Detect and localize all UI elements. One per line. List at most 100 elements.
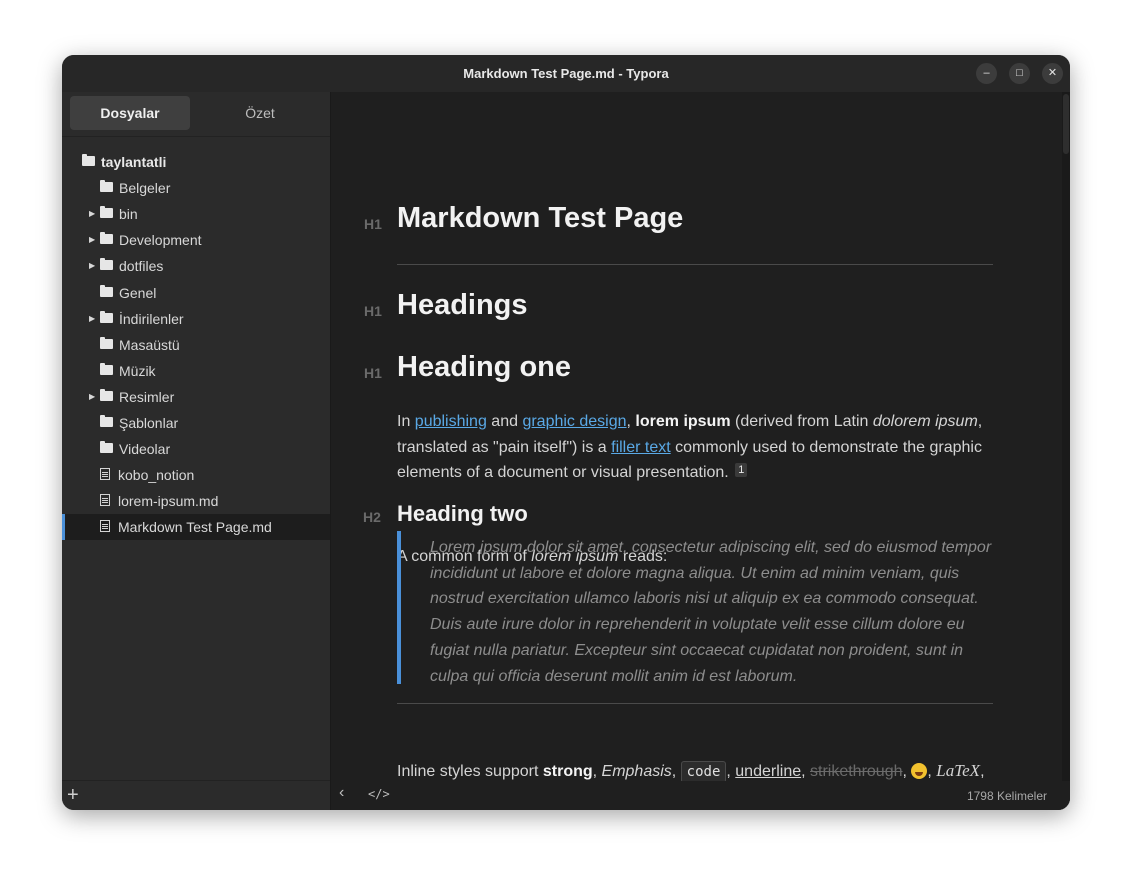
file-item[interactable]: Markdown Test Page.md (62, 514, 330, 540)
folder-icon (100, 363, 113, 375)
scrollbar-thumb[interactable] (1063, 94, 1069, 154)
folder-item[interactable]: ▶ bin (62, 201, 330, 227)
bold-text: lorem ipsum (635, 413, 731, 430)
add-icon[interactable]: + (67, 783, 79, 807)
folder-item[interactable]: Belgeler (62, 175, 330, 201)
app-window: Markdown Test Page.md - Typora – □ ✕ Dos… (62, 55, 1070, 810)
folder-icon (100, 180, 113, 192)
tree-item-label: Markdown Test Page.md (118, 519, 272, 535)
tree-item-label: Belgeler (119, 180, 171, 196)
text: and (486, 413, 523, 430)
folder-item[interactable]: Masaüstü (62, 332, 330, 358)
folder-item[interactable]: Genel (62, 280, 330, 306)
text: , (902, 763, 912, 780)
tab-files[interactable]: Dosyalar (70, 96, 190, 130)
folder-icon (100, 311, 113, 323)
folder-item[interactable]: ▶ Development (62, 227, 330, 253)
paragraph-intro: In publishing and graphic design, lorem … (397, 409, 997, 486)
expand-arrow-icon[interactable]: ▶ (89, 201, 95, 227)
folder-icon (100, 206, 113, 218)
document-title: Markdown Test Page (397, 202, 684, 234)
strikethrough-text: strikethrough (810, 763, 903, 780)
emphasis-text: Emphasis (601, 763, 672, 780)
folder-icon (100, 389, 113, 401)
tree-item-label: Masaüstü (119, 337, 180, 353)
expand-arrow-icon[interactable]: ▶ (89, 306, 95, 332)
text: , (980, 763, 985, 780)
heading-one: Heading one (397, 351, 572, 383)
file-item[interactable]: kobo_notion (62, 462, 330, 488)
divider (397, 264, 993, 265)
tab-outline[interactable]: Özet (200, 96, 320, 130)
folder-item[interactable]: ▶ dotfiles (62, 253, 330, 279)
link-publishing[interactable]: publishing (415, 413, 487, 430)
text: , (592, 763, 602, 780)
heading-level-marker: H1 (364, 365, 382, 381)
inline-code: code (680, 761, 727, 781)
expand-arrow-icon[interactable]: ▶ (89, 227, 95, 253)
folder-icon (100, 285, 113, 297)
tree-item-label: İndirilenler (119, 311, 184, 327)
window-title: Markdown Test Page.md - Typora (463, 66, 669, 81)
text: Inline styles support (397, 763, 543, 780)
latex-logo: LaTeX (936, 761, 981, 780)
file-icon (100, 520, 110, 532)
folder-icon (100, 258, 113, 270)
folder-item[interactable]: taylantatli (62, 149, 330, 175)
sidebar: Dosyalar Özet taylantatli Belgeler ▶ bin ▶ De… (62, 92, 331, 810)
source-mode-icon[interactable]: </> (368, 787, 390, 801)
folder-item[interactable]: ▶ Resimler (62, 384, 330, 410)
folder-item[interactable]: ▶ İndirilenler (62, 306, 330, 332)
sidebar-footer: + (62, 780, 330, 810)
heading-level-marker: H1 (364, 303, 382, 319)
tree-item-label: Resimler (119, 389, 175, 405)
toggle-sidebar-icon[interactable]: ‹ (339, 784, 344, 802)
laughing-emoji-icon (911, 763, 928, 779)
folder-item[interactable]: Müzik (62, 358, 330, 384)
strong-text: strong (542, 763, 593, 780)
file-item[interactable]: lorem-ipsum.md (62, 488, 330, 514)
word-count[interactable]: 1798 Kelimeler (967, 789, 1047, 803)
expand-arrow-icon[interactable]: ▶ (89, 384, 95, 410)
maximize-button[interactable]: □ (1009, 63, 1030, 84)
title-bar[interactable]: Markdown Test Page.md - Typora – □ ✕ (62, 55, 1070, 93)
status-bar: ‹ </> 1798 Kelimeler (331, 781, 1070, 810)
text: , (671, 763, 681, 780)
text: , (801, 763, 810, 780)
blockquote-text: Lorem ipsum dolor sit amet, consectetur … (430, 539, 992, 685)
scrollbar[interactable] (1062, 92, 1070, 781)
text: , (726, 763, 736, 780)
heading-level-marker: H1 (364, 216, 382, 232)
heading-level-marker: H2 (363, 509, 381, 525)
link-graphic-design[interactable]: graphic design (522, 413, 626, 430)
tree-item-label: lorem-ipsum.md (118, 493, 219, 509)
footnote-marker[interactable]: 1 (735, 463, 748, 477)
folder-item[interactable]: Şablonlar (62, 410, 330, 436)
underline-text: underline (735, 763, 802, 780)
tree-item-label: dotfiles (119, 258, 164, 274)
file-icon (100, 494, 110, 506)
close-button[interactable]: ✕ (1042, 63, 1063, 84)
tree-item-label: Videolar (119, 441, 171, 457)
folder-icon (100, 232, 113, 244)
text: , (927, 763, 937, 780)
divider (397, 703, 993, 704)
heading-headings: Headings (397, 289, 528, 321)
tree-item-label: Şablonlar (119, 415, 179, 431)
tree-item-label: Development (119, 232, 202, 248)
text: In (397, 413, 415, 430)
file-icon (100, 468, 110, 480)
folder-icon (100, 441, 113, 453)
expand-arrow-icon[interactable]: ▶ (89, 253, 95, 279)
minimize-button[interactable]: – (976, 63, 997, 84)
text: (derived from Latin (730, 413, 873, 430)
tree-item-label: Genel (119, 285, 157, 301)
tree-item-label: kobo_notion (118, 467, 195, 483)
heading-two: Heading two (397, 501, 528, 526)
folder-item[interactable]: Videolar (62, 436, 330, 462)
paragraph-inline-styles: Inline styles support strong, Emphasis, … (397, 758, 1037, 781)
link-filler-text[interactable]: filler text (611, 439, 671, 456)
folder-icon (100, 337, 113, 349)
tree-item-label: bin (119, 206, 138, 222)
document-content[interactable]: H1 Markdown Test Page H1 Headings H1 Hea… (331, 92, 1062, 781)
